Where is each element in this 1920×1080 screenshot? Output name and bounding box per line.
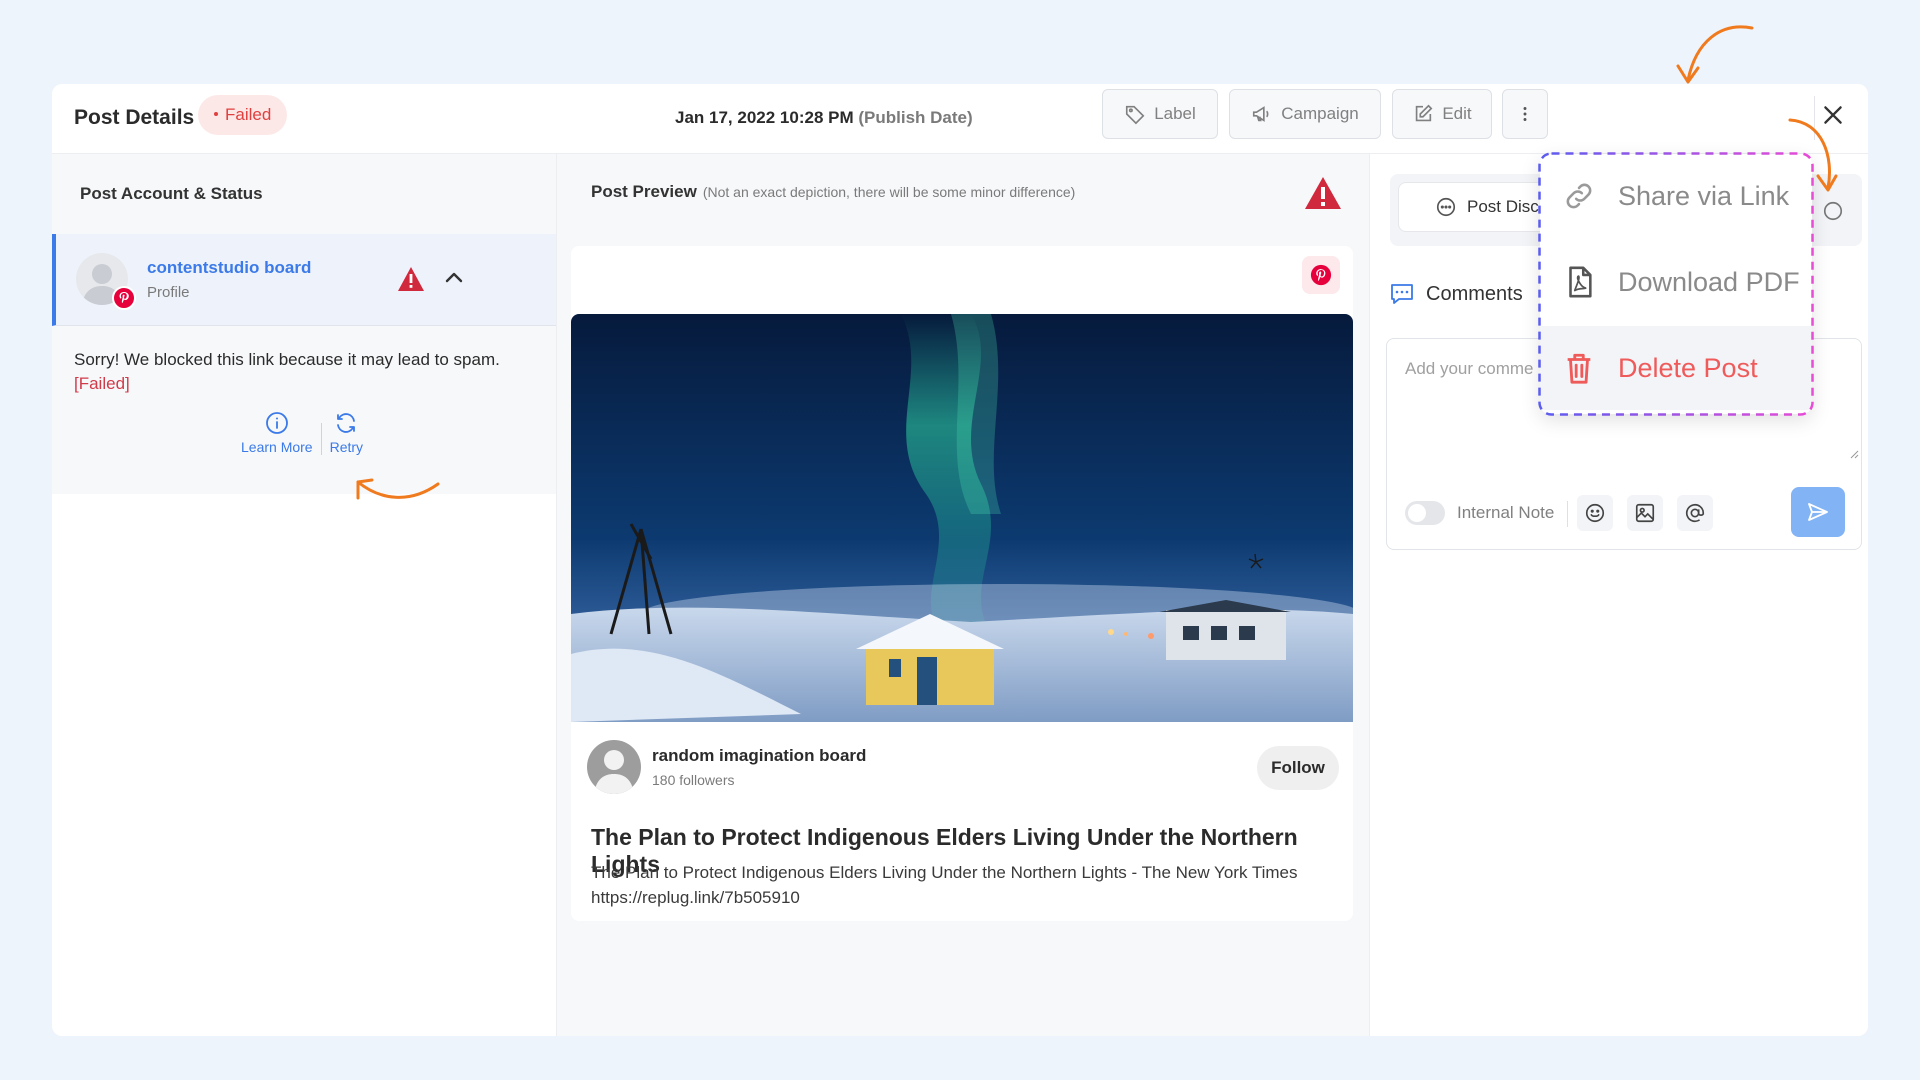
- status-badge: Failed: [198, 95, 288, 135]
- post-description-text: The Plan to Protect Indigenous Elders Li…: [591, 863, 1298, 882]
- pdf-icon: [1569, 266, 1592, 298]
- close-icon[interactable]: [1820, 102, 1846, 128]
- at-sign-icon: [1685, 503, 1705, 523]
- publish-date-value: Jan 17, 2022 10:28 PM: [675, 108, 854, 127]
- preview-note: (Not an exact depiction, there will be s…: [702, 184, 1076, 200]
- post-image: [571, 314, 1353, 722]
- preview-title-text: Post Preview: [591, 182, 697, 201]
- toolbar-divider: [1567, 501, 1568, 527]
- page-title: Post Details: [74, 106, 195, 129]
- annotation-arrow-edit: [1676, 25, 1754, 84]
- account-row[interactable]: contentstudio board Profile: [52, 234, 556, 326]
- edit-button[interactable]: Edit: [1392, 89, 1492, 139]
- tab-icon[interactable]: [1822, 200, 1844, 222]
- more-vertical-icon: [1523, 107, 1527, 121]
- menu-item-label: Share via Link: [1618, 180, 1790, 211]
- emoji-icon: [1585, 503, 1605, 523]
- user-silhouette-icon: [594, 750, 634, 794]
- chat-bubble-icon: [1436, 197, 1456, 217]
- error-message: Sorry! We blocked this link because it m…: [74, 350, 500, 369]
- comments-header: Comments: [1388, 280, 1523, 308]
- campaign-button-text: Campaign: [1281, 104, 1359, 123]
- refresh-icon: [337, 413, 356, 433]
- megaphone-icon: [1253, 106, 1269, 122]
- send-button[interactable]: [1791, 487, 1845, 537]
- comments-title: Comments: [1426, 282, 1523, 305]
- internal-note-label: Internal Note: [1457, 503, 1555, 522]
- error-tag: [Failed]: [74, 374, 130, 393]
- board-avatar: [587, 740, 641, 794]
- menu-item-download-pdf[interactable]: Download PDF: [1540, 240, 1812, 324]
- error-actions: Learn More Retry: [233, 411, 371, 455]
- internal-note-toggle[interactable]: [1405, 501, 1445, 525]
- label-button-text: Label: [1154, 104, 1196, 123]
- account-type: Profile: [147, 284, 190, 301]
- publish-date: Jan 17, 2022 10:28 PM (Publish Date): [675, 103, 973, 133]
- pinterest-icon: [1302, 256, 1340, 294]
- post-link[interactable]: https://replug.link/7b505910: [591, 885, 1341, 910]
- board-name: random imagination board: [652, 746, 867, 765]
- account-name[interactable]: contentstudio board: [147, 258, 311, 278]
- section-title: Post Account & Status: [52, 154, 556, 234]
- warning-icon: [1305, 177, 1341, 209]
- more-options-menu: Share via Link Download PDF Delete Post: [1540, 154, 1812, 414]
- trash-icon: [1567, 353, 1591, 384]
- menu-item-label: Download PDF: [1618, 266, 1800, 297]
- comment-input[interactable]: Add your comme: [1405, 359, 1534, 379]
- retry-label: Retry: [329, 439, 364, 455]
- northern-lights-photo: [571, 314, 1353, 722]
- post-preview-panel: Post Preview (Not an exact depiction, the…: [556, 154, 1369, 1036]
- warning-icon: [398, 267, 424, 291]
- label-button[interactable]: Label: [1102, 89, 1218, 139]
- menu-item-label: Delete Post: [1618, 352, 1758, 383]
- status-dot: [214, 111, 218, 116]
- more-options-button[interactable]: [1502, 89, 1548, 139]
- pinterest-badge-icon: [112, 286, 136, 310]
- board-followers: 180 followers: [652, 772, 735, 788]
- chevron-up-icon[interactable]: [442, 266, 466, 290]
- mention-button[interactable]: [1677, 495, 1713, 531]
- tab-post-discussion-label: Post Disc: [1467, 197, 1539, 216]
- edit-icon: [1416, 104, 1433, 122]
- learn-more-label: Learn More: [241, 439, 313, 455]
- publish-date-suffix: (Publish Date): [858, 108, 973, 127]
- image-button[interactable]: [1627, 495, 1663, 531]
- menu-item-share-via-link[interactable]: Share via Link: [1540, 154, 1812, 238]
- image-icon: [1635, 503, 1655, 523]
- emoji-button[interactable]: [1577, 495, 1613, 531]
- retry-button[interactable]: Retry: [322, 411, 371, 455]
- pinterest-preview-card: random imagination board 180 followers F…: [571, 246, 1353, 921]
- post-description: The Plan to Protect Indigenous Elders Li…: [591, 860, 1341, 910]
- error-box: Sorry! We blocked this link because it m…: [52, 326, 556, 494]
- learn-more-button[interactable]: Learn More: [233, 411, 321, 455]
- edit-button-text: Edit: [1442, 104, 1472, 123]
- resize-handle-icon[interactable]: [1849, 449, 1859, 459]
- preview-title: Post Preview (Not an exact depiction, the…: [591, 182, 1075, 202]
- follow-button[interactable]: Follow: [1257, 746, 1339, 790]
- tag-icon: [1126, 105, 1145, 125]
- comments-icon: [1391, 284, 1413, 304]
- info-icon: [265, 412, 288, 434]
- menu-item-delete-post[interactable]: Delete Post: [1540, 326, 1812, 410]
- preview-header: Post Preview (Not an exact depiction, the…: [557, 154, 1369, 234]
- post-account-panel: Post Account & Status contentstudio boar…: [52, 154, 556, 1036]
- link-icon: [1566, 183, 1592, 209]
- send-icon: [1808, 503, 1828, 521]
- header-divider: [1814, 96, 1815, 140]
- status-badge-label: Failed: [225, 105, 272, 124]
- modal-header: Post Details Failed Jan 17, 2022 10:28 P…: [52, 84, 1868, 154]
- campaign-button[interactable]: Campaign: [1229, 89, 1381, 139]
